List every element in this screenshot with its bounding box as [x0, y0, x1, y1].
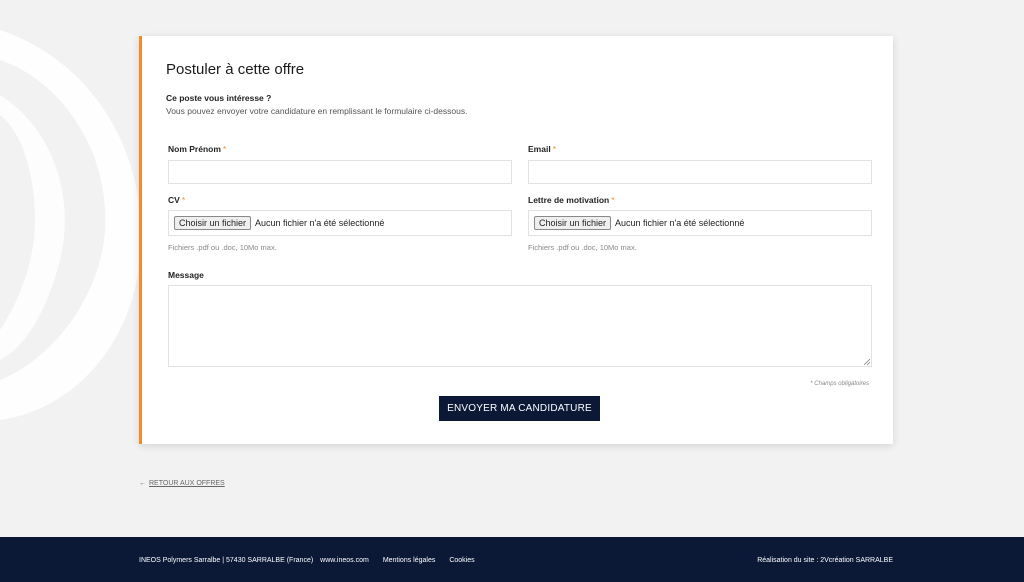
- arrow-left-icon: ←: [139, 480, 146, 487]
- letter-choose-file-button[interactable]: Choisir un fichier: [534, 216, 612, 230]
- cv-label-text: CV: [168, 195, 180, 205]
- name-label: Nom Prénom *: [168, 144, 226, 154]
- footer-legal-link[interactable]: Mentions légales: [383, 557, 436, 564]
- resize-handle-icon[interactable]: [864, 359, 870, 365]
- name-input[interactable]: [168, 160, 512, 184]
- top-decoration-marks: [849, 0, 894, 2]
- letter-label: Lettre de motivation *: [528, 195, 615, 205]
- cv-file-status: Aucun fichier n'a été sélectionné: [255, 218, 385, 228]
- cv-file-hint: Fichiers .pdf ou .doc, 10Mo max.: [168, 243, 277, 252]
- back-to-offers-label: RETOUR AUX OFFRES: [149, 480, 225, 487]
- required-asterisk: *: [181, 195, 186, 205]
- email-label: Email *: [528, 144, 556, 154]
- message-label: Message: [168, 270, 204, 280]
- footer-site-link[interactable]: www.ineos.com: [320, 557, 369, 564]
- email-label-text: Email: [528, 144, 551, 154]
- footer-address: INEOS Polymers Sarralbe | 57430 SARRALBE…: [139, 557, 314, 564]
- intro-text: Vous pouvez envoyer votre candidature en…: [166, 106, 468, 116]
- required-asterisk: *: [222, 144, 227, 154]
- required-asterisk: *: [552, 144, 556, 154]
- back-to-offers-link[interactable]: ← RETOUR AUX OFFRES: [139, 480, 225, 487]
- required-asterisk: *: [611, 195, 615, 205]
- message-textarea[interactable]: [168, 285, 872, 367]
- site-footer: INEOS Polymers Sarralbe | 57430 SARRALBE…: [0, 537, 1024, 582]
- cv-file-input[interactable]: Choisir un fichier Aucun fichier n'a été…: [168, 210, 512, 236]
- cv-choose-file-button[interactable]: Choisir un fichier: [174, 216, 252, 230]
- name-label-text: Nom Prénom: [168, 144, 221, 154]
- intro-question: Ce poste vous intéresse ?: [166, 93, 272, 103]
- letter-file-input[interactable]: Choisir un fichier Aucun fichier n'a été…: [528, 210, 872, 236]
- footer-cookies-link[interactable]: Cookies: [449, 557, 474, 564]
- letter-file-status: Aucun fichier n'a été sélectionné: [615, 218, 745, 228]
- letter-file-hint: Fichiers .pdf ou .doc, 10Mo max.: [528, 243, 637, 252]
- email-input[interactable]: [528, 160, 872, 184]
- letter-label-text: Lettre de motivation: [528, 195, 610, 205]
- footer-credit[interactable]: Réalisation du site : 2Vcréation SARRALB…: [757, 557, 893, 564]
- application-form-card: Postuler à cette offre Ce poste vous int…: [139, 36, 893, 444]
- footer-links: INEOS Polymers Sarralbe | 57430 SARRALBE…: [139, 557, 475, 564]
- required-fields-note: * Champs obligatoires: [810, 381, 869, 387]
- submit-application-button[interactable]: ENVOYER MA CANDIDATURE: [439, 396, 600, 421]
- form-title: Postuler à cette offre: [166, 61, 305, 78]
- cv-label: CV *: [168, 195, 185, 205]
